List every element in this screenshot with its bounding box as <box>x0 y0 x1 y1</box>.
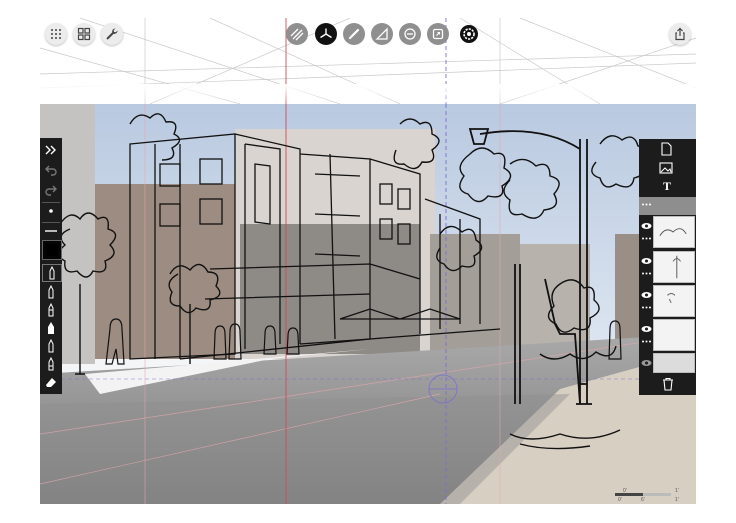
layer-options-icon[interactable] <box>641 306 652 309</box>
gallery-button[interactable] <box>73 23 95 45</box>
pen-tool-5[interactable] <box>42 338 60 354</box>
scale-top-right: 1' <box>675 488 679 494</box>
new-layer-icon <box>661 142 672 156</box>
image-layer-icon <box>659 162 673 174</box>
pen-1-icon <box>49 266 55 280</box>
eraser-tool[interactable] <box>42 374 60 390</box>
top-fade <box>40 84 696 106</box>
eye-icon[interactable] <box>641 359 652 367</box>
layer-1-preview <box>659 228 687 236</box>
layer-thumbnail-2[interactable] <box>653 251 695 283</box>
settings-wrench-button[interactable] <box>101 23 123 45</box>
eye-icon[interactable] <box>641 325 652 333</box>
layer-options-icon[interactable] <box>641 340 652 343</box>
sketch-drawing[interactable] <box>40 104 696 504</box>
redo-button[interactable] <box>42 182 60 198</box>
layer-thumbnail-1[interactable] <box>653 216 695 248</box>
layer-thumbnail-4[interactable] <box>653 319 695 351</box>
pen-5-icon <box>48 339 54 353</box>
pen-6-icon <box>48 357 54 371</box>
new-layer-button[interactable] <box>659 142 675 156</box>
frame-icon <box>432 28 444 40</box>
eye-icon[interactable] <box>641 257 652 265</box>
layer-options-icon[interactable] <box>641 203 652 206</box>
pen-tool-1[interactable] <box>42 264 62 282</box>
frame-tool-button[interactable] <box>427 23 449 45</box>
gallery-grid-icon <box>77 27 91 41</box>
eraser-icon <box>46 378 56 387</box>
pen-4-icon <box>48 322 54 334</box>
delete-layer-button[interactable] <box>661 377 675 391</box>
ellipse-guide-icon <box>404 28 416 40</box>
pen-2-icon <box>48 285 54 299</box>
layer-3-preview <box>667 293 676 304</box>
ruler-tool-button[interactable] <box>343 23 365 45</box>
layer-header-band <box>639 197 696 215</box>
scale-bottom-left: 0' <box>618 497 622 503</box>
pen-tool-4[interactable] <box>42 320 60 336</box>
ruler-icon <box>348 28 360 40</box>
undo-button[interactable] <box>42 162 60 178</box>
layer-options-icon[interactable] <box>641 237 652 240</box>
scale-bottom-right: 1' <box>675 497 679 503</box>
pen-tool-3[interactable] <box>42 302 60 318</box>
pen-tool-2[interactable] <box>42 284 60 300</box>
scale-top-left: 0' <box>623 488 627 494</box>
trash-icon <box>663 377 673 391</box>
pen-tool-6[interactable] <box>42 356 60 372</box>
triangle-ruler-icon <box>375 27 388 40</box>
perspective-tool-button[interactable] <box>315 23 337 45</box>
share-button[interactable] <box>669 23 691 45</box>
ellipse-guide-button[interactable] <box>399 23 421 45</box>
eye-icon[interactable] <box>641 291 652 299</box>
brush-library-button[interactable] <box>45 23 67 45</box>
layer-options-icon[interactable] <box>641 272 652 275</box>
scale-bar: 0' 1' 0' 6' 1' <box>615 488 685 503</box>
share-icon <box>675 27 685 41</box>
pen-3-icon <box>48 303 54 317</box>
app-canvas[interactable]: T 0' 1' 0' 6' 1' <box>40 18 696 504</box>
perspective-icon <box>320 28 332 39</box>
layers-panel: T <box>639 139 696 395</box>
eye-icon[interactable] <box>641 222 652 230</box>
hatch-icon <box>290 28 304 41</box>
text-layer-button[interactable]: T <box>659 179 675 193</box>
layer-2-preview <box>672 255 681 279</box>
hatch-tool-button[interactable] <box>286 23 308 45</box>
expand-icon <box>45 145 56 155</box>
settings-gear-icon <box>460 25 478 43</box>
opacity-button[interactable] <box>42 222 60 239</box>
color-swatch[interactable] <box>42 240 62 260</box>
settings-gear-button[interactable] <box>458 23 480 45</box>
top-canvas-area <box>40 18 696 106</box>
opacity-icon <box>45 230 57 232</box>
image-layer-button[interactable] <box>659 161 675 175</box>
left-toolbar <box>40 138 62 394</box>
brush-library-icon <box>51 29 61 39</box>
layer-thumbnail-5[interactable] <box>653 353 695 373</box>
redo-icon <box>45 185 57 196</box>
wrench-icon <box>106 28 118 40</box>
triangle-ruler-button[interactable] <box>371 23 393 45</box>
undo-icon <box>45 165 57 176</box>
brush-size-button[interactable] <box>42 202 60 219</box>
expand-toolbar-button[interactable] <box>42 142 60 158</box>
layer-thumbnail-3[interactable] <box>653 285 695 317</box>
scale-bottom-mid: 6' <box>641 497 645 503</box>
brush-size-icon <box>49 209 53 213</box>
color-swatch-icon <box>46 244 58 256</box>
